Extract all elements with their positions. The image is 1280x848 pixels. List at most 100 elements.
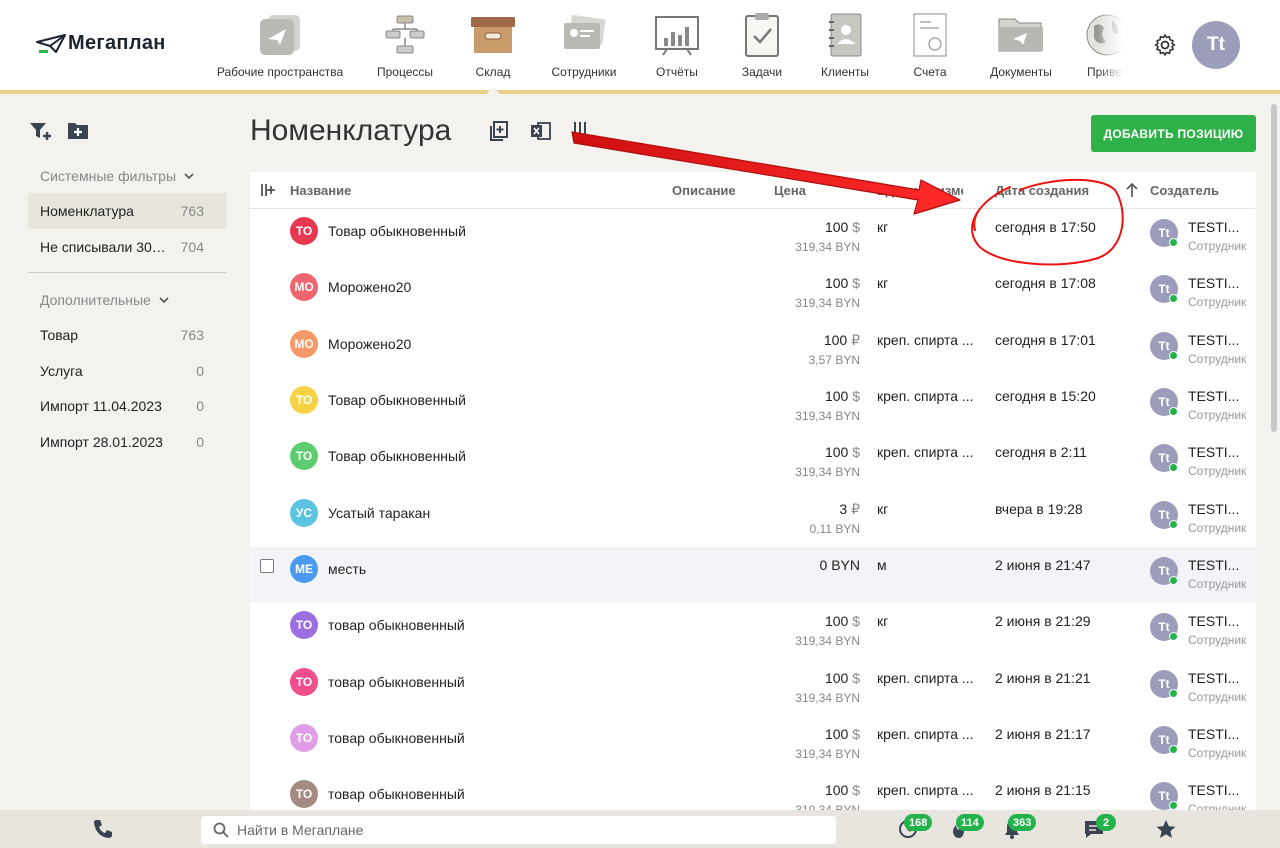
sort-up-arrow-icon[interactable] <box>1126 182 1138 201</box>
nav-employees[interactable]: Сотрудники <box>548 0 620 90</box>
header-creator[interactable]: Создатель <box>1150 183 1219 198</box>
nav-processes[interactable]: Процессы <box>372 0 438 90</box>
item-unit: кг <box>877 219 889 235</box>
nav-invoices[interactable]: Счета <box>906 0 954 90</box>
nav-label: Рабочие пространства <box>216 65 344 79</box>
creator-name[interactable]: TESTI... <box>1188 501 1239 517</box>
creator-name[interactable]: TESTI... <box>1188 444 1239 460</box>
global-search[interactable] <box>201 816 836 844</box>
clipboard-check-icon <box>737 12 787 58</box>
table-row[interactable]: МО Мороженo20 100 ₽3,57 BYN креп. спирта ..… <box>250 322 1256 378</box>
phone-icon[interactable] <box>92 818 114 845</box>
nav-workspaces[interactable]: Рабочие пространства <box>216 0 344 90</box>
table-row[interactable]: ТО товар обыкновенный 100 $319,34 BYN креп.… <box>250 716 1256 772</box>
table-row[interactable]: ТО товар обыкновенный 100 $319,34 BYN креп.… <box>250 660 1256 716</box>
item-created-date: сегодня в 15:20 <box>995 388 1096 404</box>
additional-filters-title[interactable]: Дополнительные <box>40 292 169 308</box>
user-avatar[interactable]: Tt <box>1192 21 1240 69</box>
creator-name[interactable]: TESTI... <box>1188 782 1239 798</box>
item-price: 100 $ <box>825 388 860 404</box>
paper-plane-logo-icon <box>36 33 66 53</box>
nav-reports[interactable]: Отчёты <box>650 0 704 90</box>
item-price-byn: 319,34 BYN <box>795 634 860 648</box>
creator-name[interactable]: TESTI... <box>1188 332 1239 348</box>
table-row[interactable]: МО Мороженo20 100 $319,34 BYN кг сегодня в 1… <box>250 265 1256 321</box>
item-name[interactable]: товар обыкновенный <box>328 786 465 802</box>
header-name[interactable]: Название <box>290 183 351 198</box>
creator-name[interactable]: TESTI... <box>1188 613 1239 629</box>
sidebar-item-service[interactable]: Услуга 0 <box>28 353 226 389</box>
add-filter-icon[interactable] <box>28 120 52 147</box>
item-price-byn: 0,11 BYN <box>809 522 860 536</box>
sidebar-item-count: 0 <box>196 434 204 450</box>
item-name[interactable]: Мороженo20 <box>328 279 411 295</box>
creator-role: Сотрудник <box>1188 239 1247 253</box>
item-name[interactable]: Мороженo20 <box>328 336 411 352</box>
table-row[interactable]: УС Усатый таракан 3 ₽0,11 BYN кг вчера в 19:… <box>250 491 1256 547</box>
nav-tasks[interactable]: Задачи <box>736 0 788 90</box>
star-icon[interactable] <box>1155 819 1177 844</box>
creator-role: Сотрудник <box>1188 408 1247 422</box>
item-name[interactable]: Товар обыкновенный <box>328 392 466 408</box>
price-value: 100 <box>824 219 849 235</box>
item-name[interactable]: товар обыкновенный <box>328 730 465 746</box>
sidebar-item-import-2023-04[interactable]: Импорт 11.04.2023 0 <box>28 388 226 424</box>
page-scrollbar[interactable] <box>1268 98 1280 810</box>
columns-icon[interactable] <box>572 120 588 147</box>
sidebar-item-import-2023-01[interactable]: Импорт 28.01.2023 0 <box>28 424 226 460</box>
creator-name[interactable]: TESTI... <box>1188 219 1239 235</box>
creator-role: Сотрудник <box>1188 690 1247 704</box>
item-name[interactable]: Товар обыкновенный <box>328 223 466 239</box>
nav-label: Процессы <box>376 65 433 79</box>
header-unit[interactable]: Единица измере... <box>877 183 963 198</box>
item-unit: креп. спирта ... <box>877 388 974 404</box>
sidebar-item-goods[interactable]: Товар 763 <box>28 317 226 353</box>
item-unit: кг <box>877 275 889 291</box>
search-icon <box>213 822 229 838</box>
row-checkbox[interactable] <box>260 559 274 573</box>
online-status-dot <box>1169 801 1178 810</box>
column-settings-icon[interactable] <box>260 183 276 200</box>
table-row[interactable]: МЕ месть 0 BYN м 2 июня в 21:47 Tt TESTI... Сот… <box>250 547 1256 603</box>
system-filters-title[interactable]: Системные фильтры <box>40 168 194 184</box>
add-folder-icon[interactable] <box>66 120 90 147</box>
megaplan-logo[interactable]: Мегаплан <box>36 32 166 55</box>
item-unit: м <box>877 557 887 573</box>
table-row[interactable]: ТО Товар обыкновенный 100 $319,34 BYN креп.… <box>250 434 1256 490</box>
item-name[interactable]: товар обыкновенный <box>328 674 465 690</box>
table-row[interactable]: ТО товар обыкновенный 100 $319,34 BYN кг 2 и… <box>250 603 1256 659</box>
search-input[interactable] <box>237 822 797 838</box>
item-price-byn: 319,34 BYN <box>795 296 860 310</box>
id-cards-icon <box>559 12 609 58</box>
nav-clients[interactable]: Клиенты <box>816 0 874 90</box>
table-row[interactable]: ТО Товар обыкновенный 100 $319,34 BYN кг сег… <box>250 209 1256 265</box>
item-name[interactable]: Усатый таракан <box>328 505 430 521</box>
creator-name[interactable]: TESTI... <box>1188 670 1239 686</box>
item-name[interactable]: месть <box>328 561 366 577</box>
header-created[interactable]: Дата создания <box>995 183 1089 198</box>
sidebar-item-nomenclature[interactable]: Номенклатура 763 <box>28 193 226 229</box>
creator-name[interactable]: TESTI... <box>1188 557 1239 573</box>
creator-name[interactable]: TESTI... <box>1188 388 1239 404</box>
creator-name[interactable]: TESTI... <box>1188 726 1239 742</box>
nav-documents[interactable]: Документы <box>986 0 1056 90</box>
add-position-button[interactable]: ДОБАВИТЬ ПОЗИЦИЮ <box>1091 115 1256 152</box>
header-description[interactable]: Описание <box>672 183 736 198</box>
item-initials-badge: ТО <box>290 442 318 470</box>
table-row[interactable]: ТО Товар обыкновенный 100 $319,34 BYN креп.… <box>250 378 1256 434</box>
price-value: 100 <box>824 670 849 686</box>
item-name[interactable]: товар обыкновенный <box>328 617 465 633</box>
sidebar-item-not-written-off[interactable]: Не списывали 30 дней 704 <box>28 229 226 265</box>
online-status-dot <box>1169 689 1178 698</box>
settings-gear-icon[interactable] <box>1153 33 1177 62</box>
scrollbar-thumb[interactable] <box>1271 104 1277 432</box>
header-price[interactable]: Цена <box>774 183 806 198</box>
item-name[interactable]: Товар обыкновенный <box>328 448 466 464</box>
copy-icon[interactable] <box>488 120 510 147</box>
nav-label: Документы <box>990 65 1052 79</box>
nav-warehouse[interactable]: Склад <box>466 0 520 94</box>
item-price: 100 $ <box>825 444 860 460</box>
table-row[interactable]: ТО товар обыкновенный 100 $319,34 BYN креп.… <box>250 772 1256 812</box>
creator-name[interactable]: TESTI... <box>1188 275 1239 291</box>
excel-export-icon[interactable] <box>530 120 552 147</box>
